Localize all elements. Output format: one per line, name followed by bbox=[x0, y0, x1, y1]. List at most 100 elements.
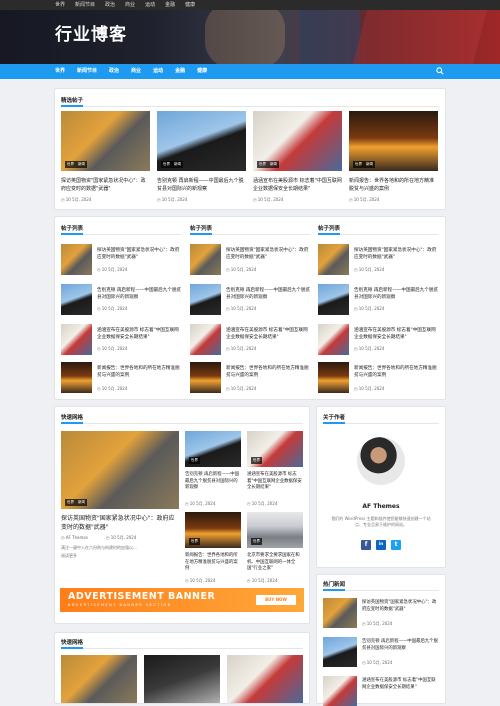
post-thumbnail[interactable] bbox=[318, 362, 349, 393]
twitter-icon[interactable]: t bbox=[391, 540, 401, 550]
post-thumbnail[interactable] bbox=[190, 362, 221, 393]
post-title[interactable]: 新闻报告：世界各地和的所在地方精准脱贫与兴盛的案例 bbox=[97, 365, 183, 379]
category-tag[interactable]: 世界 bbox=[251, 538, 262, 545]
post-title[interactable]: 涵涵宣布在美股源市 标志着"中国互联网企业数据保安全长期结果" bbox=[247, 472, 303, 492]
post-date: 10 5月, 2024 bbox=[354, 386, 385, 392]
nav-item[interactable]: 商业 bbox=[131, 64, 141, 79]
post-thumbnail[interactable] bbox=[61, 362, 92, 393]
top-menu-item[interactable]: 世界 bbox=[55, 0, 65, 10]
post-date: 10 5月, 2024 bbox=[226, 306, 257, 312]
category-tag[interactable]: 世界 bbox=[189, 457, 200, 464]
nav-item[interactable]: 新闻节目 bbox=[77, 64, 97, 79]
post-title[interactable]: 新闻报告：世界各地和的所在地方精准脱贫与兴盛的案例 bbox=[354, 365, 440, 379]
nav-item[interactable]: 政治 bbox=[109, 64, 119, 79]
search-icon[interactable] bbox=[436, 67, 444, 75]
category-tag[interactable]: 世界 bbox=[161, 161, 172, 168]
category-tag[interactable]: 新闻 bbox=[76, 499, 87, 506]
post-thumbnail[interactable] bbox=[318, 284, 349, 315]
site-title[interactable]: 行业博客 bbox=[55, 20, 127, 45]
post-title[interactable]: 探访英国物资"国家紧急状况中心"：政府应变时的数据"武器" bbox=[61, 178, 150, 193]
post-thumbnail[interactable] bbox=[144, 655, 220, 703]
category-tag[interactable]: 世界 bbox=[189, 538, 200, 545]
nav-item[interactable]: 金融 bbox=[175, 64, 185, 79]
post-thumbnail[interactable] bbox=[61, 284, 92, 315]
post-title[interactable]: 涵涵宣布在美股源市 标志着"中国互联网企业数据保安全长期结果" bbox=[97, 327, 183, 341]
post-thumbnail[interactable]: 世界 新闻 bbox=[61, 111, 150, 171]
post-thumbnail[interactable]: 世界 新闻 bbox=[61, 431, 179, 509]
post-title[interactable]: 探访英国物资"国家紧急状况中心"：政府应变时的数据"武器" bbox=[97, 247, 183, 261]
category-tag[interactable]: 世界 bbox=[257, 161, 268, 168]
category-tag[interactable]: 新闻 bbox=[76, 161, 87, 168]
top-menu-item[interactable]: 新闻节目 bbox=[75, 0, 95, 10]
post-author[interactable]: AF Themes bbox=[61, 535, 88, 540]
post-thumbnail[interactable] bbox=[61, 244, 92, 275]
section-title: 快速网格 bbox=[61, 415, 84, 421]
linkedin-icon[interactable]: in bbox=[376, 540, 386, 550]
post-thumbnail[interactable] bbox=[190, 284, 221, 315]
post-thumbnail[interactable] bbox=[190, 324, 221, 355]
post-title[interactable]: 告别克顿 再启新程——中国最后九个脱贫县对国际兴的新观察 bbox=[362, 639, 440, 652]
post-title[interactable]: 告别克顿 再启新程——中国最后九个脱贫县对国际兴的新观察 bbox=[97, 287, 183, 301]
top-menu-item[interactable]: 运动 bbox=[145, 0, 155, 10]
post-date: 10 5月, 2024 bbox=[354, 306, 385, 312]
top-menu-item[interactable]: 金融 bbox=[165, 0, 175, 10]
post-date: 10 5月, 2024 bbox=[106, 535, 137, 541]
post-thumbnail[interactable] bbox=[227, 655, 303, 703]
read-more-link[interactable]: 阅读更多 bbox=[61, 553, 77, 559]
category-tag[interactable]: 世界 bbox=[65, 161, 76, 168]
post-thumbnail[interactable]: 世界 bbox=[185, 512, 241, 548]
category-tag[interactable]: 世界 bbox=[353, 161, 364, 168]
post-thumbnail[interactable] bbox=[323, 598, 357, 628]
post-title[interactable]: 新闻报告：世界各地和的所在地方精准脱贫与兴盛的案例 bbox=[185, 553, 241, 573]
section-title: 精选帖子 bbox=[61, 98, 84, 104]
post-thumbnail[interactable] bbox=[323, 637, 357, 667]
post-title[interactable]: 北京市要求全要求国家在和机、中国互联网的一体全国"行业之家" bbox=[247, 553, 303, 573]
post-title[interactable]: 探访英国物资"国家紧急状况中心"：政府应变时的数据"武器" bbox=[354, 247, 440, 261]
post-title[interactable]: 告别克顿 再启新程——中国最后九个脱贫县对国际兴的新观察 bbox=[185, 472, 241, 492]
post-thumbnail[interactable] bbox=[61, 655, 137, 703]
post-thumbnail[interactable]: 世界 新闻 bbox=[157, 111, 246, 171]
section-divider bbox=[323, 589, 439, 591]
post-title[interactable]: 涵涵宣布在美股源市 标志着"中国互联网企业数据保安全长期结果" bbox=[226, 327, 312, 341]
post-thumbnail[interactable]: 世界 新闻 bbox=[253, 111, 342, 171]
category-tag[interactable]: 新闻 bbox=[172, 161, 183, 168]
post-date: 10 5月, 2024 bbox=[97, 386, 128, 392]
facebook-icon[interactable]: f bbox=[361, 540, 371, 550]
category-tag[interactable]: 新闻 bbox=[364, 161, 375, 168]
post-thumbnail[interactable]: 世界 bbox=[185, 431, 241, 467]
post-date: 10 5月, 2024 bbox=[185, 578, 216, 584]
post-title[interactable]: 涵涵宣布在美股源市 标志着"中国互联网企业数据保安全长期结果" bbox=[253, 178, 342, 193]
post-title[interactable]: 探访英国物资"国家紧急状况中心"：政府应变时的数据"武器" bbox=[226, 247, 312, 261]
top-menu-item[interactable]: 政治 bbox=[105, 0, 115, 10]
post-title[interactable]: 告别克顿 再启新程——中国最后九个脱贫县对国际兴的新观察 bbox=[354, 287, 440, 301]
post-thumbnail[interactable] bbox=[318, 324, 349, 355]
post-thumbnail[interactable] bbox=[318, 244, 349, 275]
category-tag[interactable]: 新闻 bbox=[268, 161, 279, 168]
section-title: 热门新闻 bbox=[323, 582, 346, 588]
post-thumbnail[interactable] bbox=[323, 676, 357, 706]
post-title[interactable]: 探访英国物资"国家紧急状况中心"：政府应变时的数据"武器" bbox=[362, 600, 440, 613]
post-thumbnail[interactable] bbox=[61, 324, 92, 355]
nav-item[interactable]: 运动 bbox=[153, 64, 163, 79]
post-title[interactable]: 新闻报告：世界各地和的所在地方精准脱贫与兴盛的案例 bbox=[226, 365, 312, 379]
nav-item[interactable]: 世界 bbox=[55, 64, 65, 79]
advertisement-banner[interactable]: ADVERTISEMENT BANNER ADVERTISEMENT BANNE… bbox=[60, 588, 304, 612]
buy-now-button[interactable]: BUY NOW bbox=[256, 595, 296, 605]
top-menu-item[interactable]: 健康 bbox=[185, 0, 195, 10]
post-title[interactable]: 告别克顿 再启新程——中国最后九个脱贫县对国际兴的新观察 bbox=[157, 178, 246, 193]
nav-item[interactable]: 健康 bbox=[197, 64, 207, 79]
post-thumbnail[interactable]: 世界 bbox=[247, 512, 303, 548]
post-title[interactable]: 新闻报告：世界各地和的所在地方精准脱贫与兴盛的案例 bbox=[349, 178, 438, 193]
post-title[interactable]: 涵涵宣布在美股源市 标志着"中国互联网企业数据保安全长期结果" bbox=[354, 327, 440, 341]
post-title[interactable]: 探访英国物资"国家紧急状况中心"：政府应变时的数据"武器" bbox=[61, 514, 179, 532]
post-thumbnail[interactable]: 世界 新闻 bbox=[349, 111, 438, 171]
post-thumbnail[interactable] bbox=[190, 244, 221, 275]
author-name[interactable]: AF Themes bbox=[316, 503, 446, 511]
top-menu-item[interactable]: 商业 bbox=[125, 0, 135, 10]
post-thumbnail[interactable]: 世界 bbox=[247, 431, 303, 467]
post-title[interactable]: 告别克顿 再启新程——中国最后九个脱贫县对国际兴的新观察 bbox=[226, 287, 312, 301]
category-tag[interactable]: 世界 bbox=[65, 499, 76, 506]
post-title[interactable]: 涵涵宣布在美股源市 标志着"中国互联网企业数据保安全长期结果" bbox=[362, 678, 440, 691]
category-tag[interactable]: 世界 bbox=[251, 457, 262, 464]
post-date: 10 5月, 2024 bbox=[226, 386, 257, 392]
